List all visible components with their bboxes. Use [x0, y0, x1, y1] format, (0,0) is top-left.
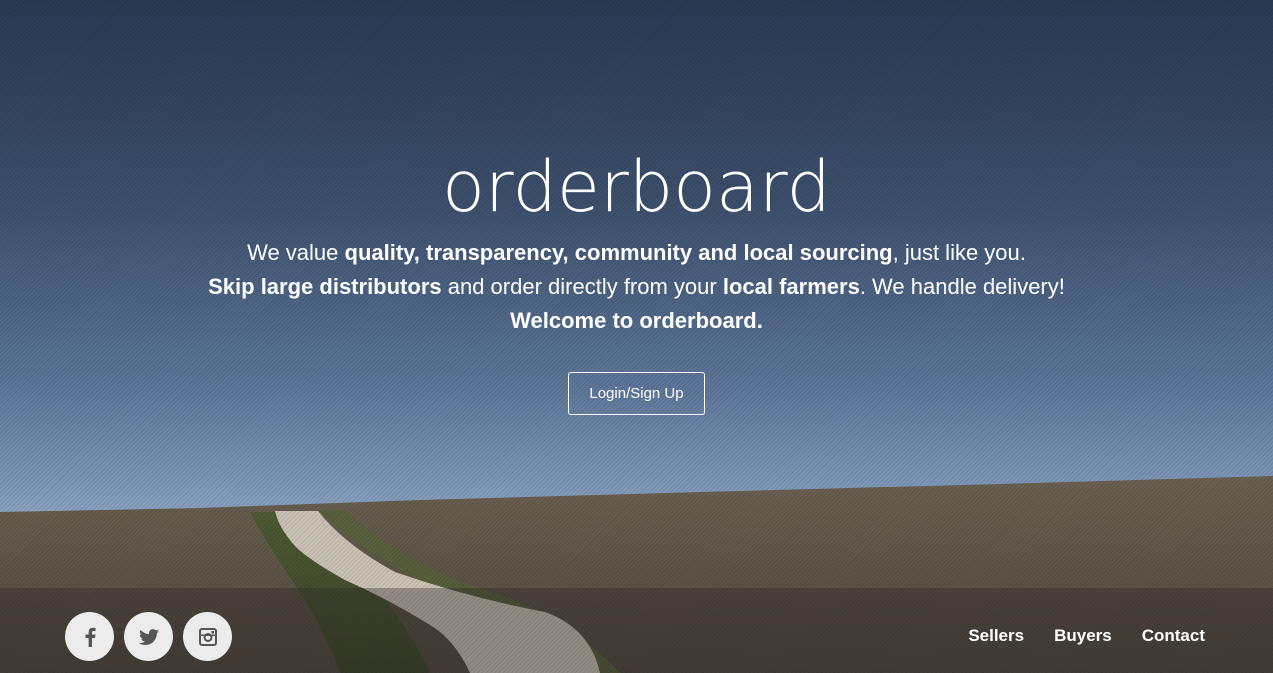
tagline-line-2-bold-1: Skip large distributors [208, 274, 442, 299]
tagline-line-2-post: . We handle delivery! [859, 274, 1065, 299]
social-links [65, 612, 232, 661]
tagline-line-1-post: , just like you. [892, 240, 1026, 265]
tagline-line-2-bold-2: local farmers [722, 274, 860, 299]
tagline-line-1: We value quality, transparency, communit… [0, 236, 1273, 270]
instagram-icon [198, 627, 217, 646]
hero-section: orderboard We value quality, transparenc… [0, 140, 1273, 415]
tagline-line-1-pre: We value [247, 240, 345, 265]
tagline-line-2: Skip large distributors and order direct… [0, 270, 1273, 304]
tagline: We value quality, transparency, communit… [0, 236, 1273, 338]
twitter-button[interactable] [124, 612, 173, 661]
nav-link-contact[interactable]: Contact [1142, 626, 1205, 646]
nav-link-buyers[interactable]: Buyers [1054, 626, 1112, 646]
footer-nav: Sellers Buyers Contact [968, 626, 1205, 646]
instagram-button[interactable] [183, 612, 232, 661]
tagline-line-2-mid: and order directly from your [441, 274, 723, 299]
nav-link-sellers[interactable]: Sellers [968, 626, 1024, 646]
facebook-icon [85, 627, 96, 647]
brand-title: orderboard [442, 146, 831, 228]
landing-page: orderboard We value quality, transparenc… [0, 0, 1273, 673]
twitter-icon [138, 628, 159, 645]
login-signup-button[interactable]: Login/Sign Up [568, 372, 705, 415]
footer-bar: Sellers Buyers Contact [0, 588, 1273, 673]
tagline-line-1-bold: quality, transparency, community and loc… [344, 240, 893, 265]
tagline-line-3: Welcome to orderboard. [0, 304, 1273, 338]
welcome-text: Welcome to orderboard. [510, 308, 763, 333]
facebook-button[interactable] [65, 612, 114, 661]
